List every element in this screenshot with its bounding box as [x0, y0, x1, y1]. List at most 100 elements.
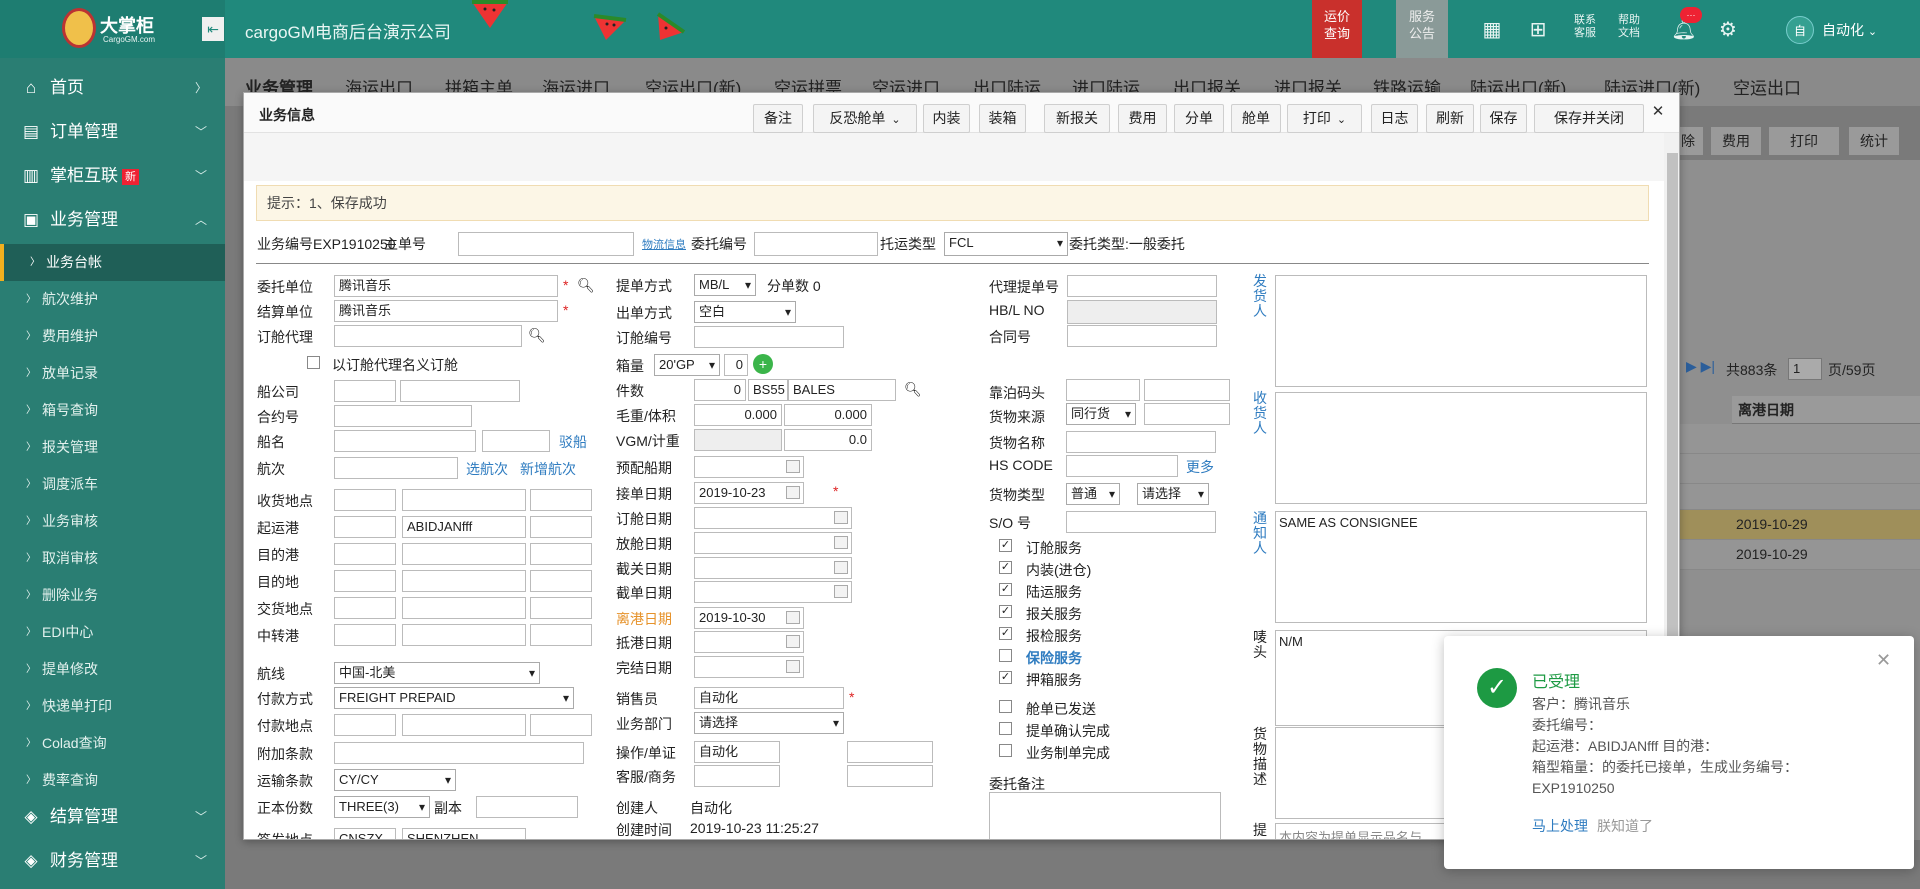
sidebar-subitem[interactable]: 〉业务台帐 — [0, 244, 225, 281]
route-select[interactable]: 中国-北美 — [334, 662, 540, 684]
sidebar-subitem[interactable]: 〉费率查询 — [0, 762, 225, 799]
book-as-agent-checkbox[interactable] — [307, 356, 320, 369]
calendar-icon[interactable] — [834, 536, 848, 549]
port-code-input[interactable] — [334, 624, 396, 646]
username-menu[interactable]: 自动化 ⌄ — [1822, 20, 1877, 40]
sidebar-item-finance[interactable]: ◈ 财务管理 ﹀ — [0, 839, 225, 883]
lookup-icon[interactable]: 🔍︎ — [904, 381, 922, 398]
add-container-icon[interactable]: + — [753, 354, 773, 374]
port-code-input[interactable] — [334, 570, 396, 592]
port-name-input[interactable]: ABIDJANfff — [402, 516, 526, 538]
choose-voyage-link[interactable]: 选航次 — [466, 459, 508, 479]
entrust-no-input[interactable] — [754, 232, 878, 256]
port-name-input[interactable] — [402, 570, 526, 592]
operator-input[interactable]: 自动化 — [694, 741, 780, 763]
calendar-icon[interactable] — [834, 585, 848, 598]
toolbar-button[interactable]: 备注 — [753, 104, 803, 133]
calendar-icon[interactable] — [786, 635, 800, 648]
pager-page-input[interactable]: 1 — [1788, 358, 1822, 380]
pieces-input[interactable]: 0 — [694, 379, 746, 401]
notify-label[interactable]: 通知人 — [1253, 511, 1269, 556]
pay-place-name-input[interactable] — [402, 714, 526, 736]
hs-code-input[interactable] — [1066, 455, 1178, 477]
logistics-info-link[interactable]: 物流信息 — [642, 236, 686, 252]
contract-input[interactable] — [334, 405, 472, 427]
date-input[interactable] — [694, 507, 852, 529]
pay-place-extra-input[interactable] — [530, 714, 592, 736]
issue-city-input[interactable]: SHENZHEN — [402, 828, 526, 839]
shipper-textarea[interactable] — [1275, 275, 1647, 387]
consignee-textarea[interactable] — [1275, 392, 1647, 504]
port-code-input[interactable] — [334, 489, 396, 511]
calendar-icon[interactable] — [786, 660, 800, 673]
sales-input[interactable]: 自动化 — [694, 687, 844, 709]
price-query-button[interactable]: 运价 查询 — [1312, 0, 1362, 58]
apps-grid-icon[interactable]: ▦ — [1478, 16, 1506, 44]
payment-select[interactable]: FREIGHT PREPAID — [334, 687, 574, 709]
port-name-input[interactable] — [402, 543, 526, 565]
sidebar-subitem[interactable]: 〉删除业务 — [0, 577, 225, 614]
doc-clerk-input[interactable] — [847, 741, 933, 763]
bg-print-button[interactable]: 打印 — [1768, 126, 1840, 156]
toolbar-button[interactable]: 保存 — [1480, 104, 1527, 133]
status-checkbox[interactable] — [999, 744, 1012, 757]
toolbar-button[interactable]: 费用 — [1118, 104, 1167, 133]
wharf-code-input[interactable] — [1066, 379, 1140, 401]
bg-table-row[interactable] — [1672, 484, 1920, 510]
calendar-icon[interactable] — [786, 611, 800, 624]
booking-agent-input[interactable] — [334, 325, 522, 347]
tab-item[interactable]: 空运出口 — [1733, 74, 1801, 99]
so-no-input[interactable] — [1066, 511, 1216, 533]
carrier-code-input[interactable] — [334, 380, 396, 402]
toolbar-button[interactable]: 新报关 — [1044, 104, 1110, 133]
sidebar-subitem[interactable]: 〉业务审核 — [0, 503, 225, 540]
toolbar-button[interactable]: 日志 — [1371, 104, 1418, 133]
service-checkbox[interactable]: ✓ — [999, 583, 1012, 596]
sidebar-item-orders[interactable]: ▤ 订单管理 ﹀ — [0, 110, 225, 154]
service-label[interactable]: 保险服务 — [1026, 648, 1082, 668]
gear-icon[interactable]: ⚙ — [1714, 16, 1742, 44]
sidebar-subitem[interactable]: 〉费用维护 — [0, 318, 225, 355]
service-checkbox[interactable] — [999, 649, 1012, 662]
main-no-input[interactable] — [458, 232, 634, 256]
weight-input[interactable]: 0.000 — [694, 404, 782, 426]
toolbar-button[interactable]: 分单 — [1174, 104, 1224, 133]
port-extra-input[interactable] — [530, 516, 592, 538]
issue-method-select[interactable]: 空白 — [694, 301, 796, 323]
bg-table-row[interactable] — [1672, 454, 1920, 484]
close-icon[interactable]: ✕ — [1647, 101, 1669, 123]
notify-textarea[interactable]: SAME AS CONSIGNEE — [1275, 511, 1647, 623]
bg-stats-button[interactable]: 统计 — [1848, 126, 1900, 156]
service-checkbox[interactable]: ✓ — [999, 671, 1012, 684]
hs-more-link[interactable]: 更多 — [1186, 457, 1214, 477]
bg-fee-button[interactable]: 费用 — [1710, 126, 1762, 156]
entrust-remark-textarea[interactable] — [989, 792, 1221, 839]
port-code-input[interactable] — [334, 597, 396, 619]
vgm-input[interactable] — [694, 429, 782, 451]
date-input[interactable] — [694, 581, 852, 603]
issue-code-input[interactable]: CNSZX — [334, 828, 396, 839]
port-name-input[interactable] — [402, 597, 526, 619]
toolbar-button[interactable]: 内装 — [923, 104, 970, 133]
wharf-name-input[interactable] — [1144, 379, 1230, 401]
port-name-input[interactable] — [402, 624, 526, 646]
sidebar-item-settlement[interactable]: ◈ 结算管理 ﹀ — [0, 795, 225, 839]
service-checkbox[interactable]: ✓ — [999, 561, 1012, 574]
bl-type-select[interactable]: MB/L — [694, 274, 756, 296]
booking-no-input[interactable] — [694, 326, 844, 348]
date-input[interactable] — [694, 557, 852, 579]
calendar-icon[interactable] — [786, 486, 800, 499]
help-docs-button[interactable]: 帮助 文档 — [1614, 14, 1644, 40]
handle-now-link[interactable]: 马上处理 — [1532, 816, 1588, 836]
toolbar-button[interactable]: 刷新 — [1426, 104, 1474, 133]
logo[interactable]: 大掌柜 CargoGM.com — [0, 0, 225, 58]
sidebar-subitem[interactable]: 〉箱号查询 — [0, 392, 225, 429]
barge-link[interactable]: 驳船 — [559, 432, 587, 452]
service-checkbox[interactable]: ✓ — [999, 539, 1012, 552]
toolbar-button[interactable]: 保存并关闭 — [1534, 104, 1644, 133]
calendar-icon[interactable] — [834, 511, 848, 524]
sidebar-item-business[interactable]: ▣ 业务管理 ︿ — [0, 198, 225, 242]
commerce-input[interactable] — [847, 765, 933, 787]
vessel-extra-input[interactable] — [482, 430, 550, 452]
toolbar-button[interactable]: 舱单 — [1231, 104, 1281, 133]
